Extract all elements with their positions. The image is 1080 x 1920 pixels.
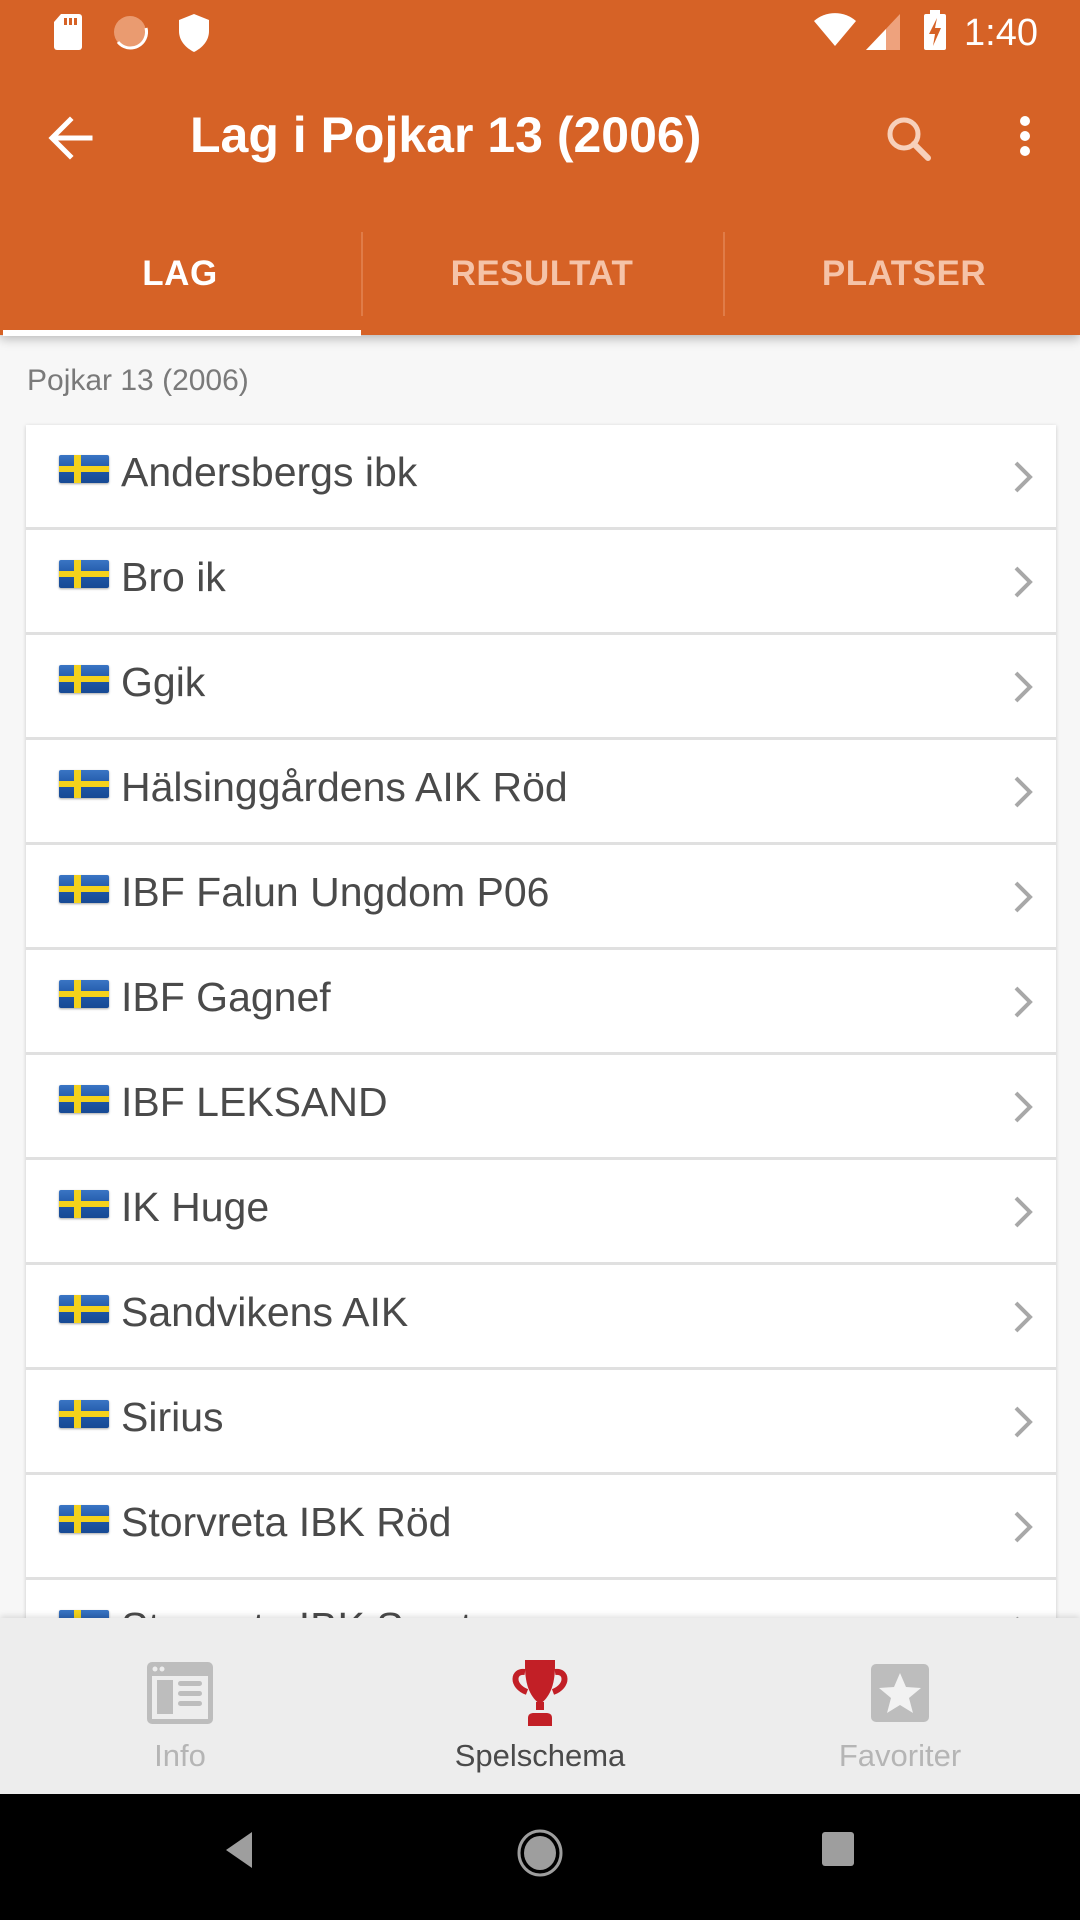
sweden-flag-icon [59, 1505, 109, 1533]
team-row[interactable]: Sirius [26, 1370, 1056, 1475]
team-name: Andersbergs ibk [121, 449, 418, 495]
team-row[interactable]: Bro ik [26, 530, 1056, 635]
team-name: IBF LEKSAND [121, 1079, 388, 1125]
team-row[interactable]: Andersbergs ibk [26, 425, 1056, 530]
star-icon [871, 1664, 929, 1722]
team-name: IBF Gagnef [121, 974, 331, 1020]
recents-square-icon[interactable] [820, 1830, 856, 1868]
more-vert-icon[interactable] [1005, 110, 1045, 170]
chevron-right-icon [1014, 1406, 1033, 1438]
sweden-flag-icon [59, 980, 109, 1008]
chevron-right-icon [1014, 776, 1033, 808]
sweden-flag-icon [59, 770, 109, 798]
team-row[interactable]: Storvreta IBK Röd [26, 1475, 1056, 1580]
team-name: IK Huge [121, 1184, 270, 1230]
team-row[interactable]: IBF Falun Ungdom P06 [26, 845, 1056, 950]
team-name: Bro ik [121, 554, 226, 600]
team-row[interactable]: IK Huge [26, 1160, 1056, 1265]
chevron-right-icon [1014, 566, 1033, 598]
team-name: Hälsinggårdens AIK Röd [121, 764, 568, 810]
sweden-flag-icon [59, 560, 109, 588]
nav-label: Info [154, 1738, 206, 1773]
nav-spelschema[interactable]: Spelschema [360, 1618, 720, 1794]
team-row[interactable]: Sandvikens AIK [26, 1265, 1056, 1370]
sweden-flag-icon [59, 875, 109, 903]
sweden-flag-icon [59, 1400, 109, 1428]
page-title: Lag i Pojkar 13 (2006) [190, 107, 702, 163]
battery-charging-icon [924, 10, 946, 50]
sync-icon [114, 16, 148, 50]
wifi-icon [814, 13, 856, 46]
team-name: Storvreta IBK Röd [121, 1499, 452, 1545]
chevron-right-icon [1014, 671, 1033, 703]
nav-label: Spelschema [454, 1738, 626, 1773]
team-row[interactable]: IBF Gagnef [26, 950, 1056, 1055]
toolbar: Lag i Pojkar 13 (2006) [0, 80, 1080, 195]
tab-resultat[interactable]: RESULTAT [362, 230, 722, 335]
team-row[interactable]: IBF LEKSAND [26, 1055, 1056, 1160]
arrow-back-icon[interactable] [44, 110, 100, 166]
tab-lag[interactable]: LAG [0, 230, 360, 335]
chevron-right-icon [1014, 1511, 1033, 1543]
tab-bar: LAG RESULTAT PLATSER [0, 230, 1080, 336]
nav-favoriter[interactable]: Favoriter [720, 1618, 1080, 1794]
chevron-right-icon [1014, 461, 1033, 493]
sweden-flag-icon [59, 1085, 109, 1113]
chevron-right-icon [1014, 1091, 1033, 1123]
team-name: Sandvikens AIK [121, 1289, 409, 1335]
sweden-flag-icon [59, 1295, 109, 1323]
chevron-right-icon [1014, 1196, 1033, 1228]
sweden-flag-icon [59, 1190, 109, 1218]
team-name: Sirius [121, 1394, 224, 1440]
nav-info[interactable]: Info [0, 1618, 360, 1794]
status-bar: 1:40 [0, 0, 1080, 64]
tab-indicator [3, 330, 361, 336]
sweden-flag-icon [59, 455, 109, 483]
section-header: Pojkar 13 (2006) [27, 364, 249, 397]
newspaper-icon [147, 1662, 213, 1724]
bottom-navigation: Info Spelschema Favoriter [0, 1618, 1080, 1794]
clock: 1:40 [964, 12, 1038, 54]
team-row[interactable]: Hälsinggårdens AIK Röd [26, 740, 1056, 845]
tab-platser[interactable]: PLATSER [724, 230, 1080, 335]
sweden-flag-icon [59, 665, 109, 693]
cell-signal-icon [866, 14, 900, 50]
team-row[interactable]: Ggik [26, 635, 1056, 740]
search-icon[interactable] [880, 110, 940, 170]
team-list: Andersbergs ibk Bro ik Ggik Hälsinggårde… [26, 425, 1056, 1685]
sd-card-icon [54, 14, 82, 50]
trophy-icon [512, 1660, 568, 1726]
team-name: IBF Falun Ungdom P06 [121, 869, 550, 915]
system-navigation-bar [0, 1794, 1080, 1920]
chevron-right-icon [1014, 881, 1033, 913]
app-bar: 1:40 Lag i Pojkar 13 (2006) LAG RESULTAT… [0, 0, 1080, 336]
nav-label: Favoriter [838, 1738, 962, 1773]
shield-icon [179, 14, 209, 52]
team-name: Ggik [121, 659, 206, 705]
home-circle-icon[interactable] [516, 1828, 564, 1878]
chevron-right-icon [1014, 986, 1033, 1018]
chevron-right-icon [1014, 1301, 1033, 1333]
back-triangle-icon[interactable] [222, 1830, 258, 1870]
